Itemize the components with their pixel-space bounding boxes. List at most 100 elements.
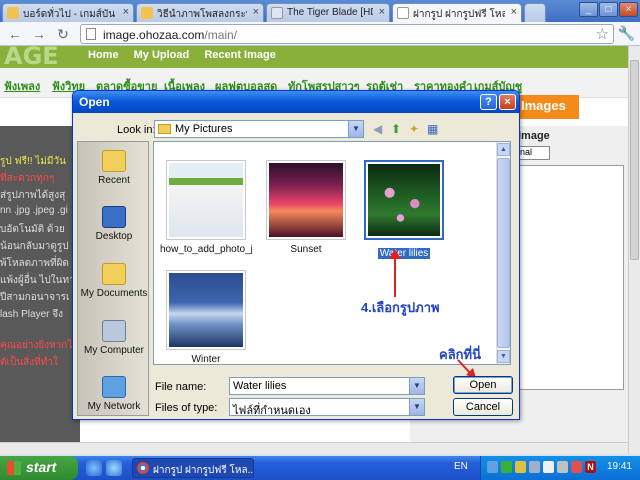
place-label: My Computer <box>83 345 144 356</box>
close-tab-icon[interactable]: × <box>123 6 129 18</box>
file-name-label: Winter <box>191 354 221 365</box>
place-desktop[interactable]: Desktop <box>78 202 150 258</box>
page-favicon-icon <box>397 7 409 19</box>
address-bar[interactable]: image.ohozaa.com/main/ ☆ <box>80 24 614 44</box>
chrome-icon <box>137 462 149 474</box>
tray-app-icon[interactable] <box>515 461 526 473</box>
file-type-label: Files of type: <box>155 402 218 414</box>
back-icon[interactable]: ← <box>6 25 24 43</box>
info-line: คุณอย่างยิ่งหากไ <box>0 340 73 351</box>
language-indicator[interactable]: EN <box>454 461 468 472</box>
browser-tab-1[interactable]: บอร์ดทั่วไป - เกมส์บัน × <box>2 3 134 22</box>
new-tab-button[interactable] <box>524 3 546 22</box>
nav-home-link[interactable]: Home <box>88 49 119 61</box>
place-my-documents[interactable]: My Documents <box>78 259 150 315</box>
browser-tab-3[interactable]: The Tiger Blade [HD] × <box>266 3 390 22</box>
open-button[interactable]: Open <box>453 376 513 394</box>
scrollbar-thumb[interactable] <box>630 60 639 260</box>
volume-icon[interactable] <box>543 461 554 473</box>
file-item-how-to-add-photo[interactable]: how_to_add_photo_j... <box>160 160 252 255</box>
browser-quicklaunch-icon[interactable] <box>106 460 122 476</box>
step-annotation: 4.เลือกรูปภาพ <box>361 300 440 315</box>
maximize-icon[interactable]: □ <box>599 2 618 17</box>
place-recent[interactable]: Recent <box>78 146 150 202</box>
forward-icon[interactable]: → <box>30 25 48 43</box>
dialog-title-bar[interactable]: Open ? × <box>73 91 519 113</box>
tray-app-icon[interactable]: N <box>585 461 596 473</box>
wrench-menu-icon[interactable]: 🔧 <box>618 25 635 42</box>
images-button[interactable]: Images <box>517 95 579 119</box>
network-icon <box>102 376 126 398</box>
tab-title: วิธีนำภาพโพสลงกระทู้ <box>157 9 247 20</box>
nav-my-upload-link[interactable]: My Upload <box>134 49 190 61</box>
start-button[interactable]: start <box>0 456 78 480</box>
up-folder-icon[interactable]: ⬆ <box>391 122 401 136</box>
view-menu-icon[interactable]: ▦ <box>427 122 438 136</box>
browser-tab-4[interactable]: ฝากรูป ฝากรูปฟรี โหลด × <box>392 3 522 23</box>
place-my-computer[interactable]: My Computer <box>78 316 150 372</box>
tray-app-icon[interactable] <box>501 461 512 473</box>
close-tab-icon[interactable]: × <box>253 6 259 18</box>
close-tab-icon[interactable]: × <box>379 6 385 18</box>
info-line: ตัเป็นสิ่งที่ทำใ <box>0 357 58 368</box>
system-tray: N 19:41 <box>480 456 640 480</box>
taskbar-window-title: ฝากรูป ฝากรูปฟรี โหล... <box>153 465 254 476</box>
network-tray-icon[interactable] <box>557 461 568 473</box>
place-label: My Documents <box>80 288 148 299</box>
file-item-sunset[interactable]: Sunset <box>260 160 352 255</box>
look-in-dropdown[interactable]: My Pictures ▼ <box>154 120 364 138</box>
reload-icon[interactable]: ↻ <box>54 25 72 43</box>
window-controls: _ □ × <box>578 2 638 17</box>
look-in-value: My Pictures <box>175 123 233 135</box>
arrow-head <box>389 249 401 259</box>
new-folder-icon[interactable]: ✦ <box>409 122 419 136</box>
tray-app-icon[interactable] <box>487 461 498 473</box>
file-type-select[interactable]: ไฟล์ที่กำหนดเอง ▼ <box>229 398 425 417</box>
file-item-water-lilies[interactable]: Water lilies <box>358 160 450 262</box>
info-line: ปีสามกอนาจารเ <box>0 292 70 303</box>
tray-app-icon[interactable] <box>571 461 582 473</box>
close-window-icon[interactable]: × <box>619 2 638 17</box>
desktop-icon <box>102 206 126 228</box>
tray-app-icon[interactable] <box>529 461 540 473</box>
tab-title: บอร์ดทั่วไป - เกมส์บัน <box>23 9 116 20</box>
page-vertical-scrollbar[interactable] <box>628 46 640 454</box>
bookmark-star-icon[interactable]: ☆ <box>596 25 609 43</box>
close-dialog-icon[interactable]: × <box>499 94 516 110</box>
info-line: พ้โหลดภาพที่ผิด <box>0 258 69 269</box>
chevron-down-icon[interactable]: ▼ <box>409 378 424 394</box>
scroll-up-icon[interactable]: ▲ <box>497 143 510 156</box>
minimize-icon[interactable]: _ <box>579 2 598 17</box>
info-line: ส่รูปภาพได้สูงสุ <box>0 190 66 201</box>
chevron-down-icon[interactable]: ▼ <box>409 399 424 415</box>
forum-favicon-icon <box>141 7 153 19</box>
file-thumbnail <box>266 160 346 240</box>
scrollbar-thumb[interactable] <box>497 158 510 348</box>
taskbar-window-button[interactable]: ฝากรูป ฝากรูปฟรี โหล... <box>132 458 254 478</box>
start-label: start <box>26 459 57 475</box>
menu-link[interactable]: ฟังเพลง <box>4 77 40 95</box>
info-line: น้อนกลับมาดูรูป <box>0 241 69 252</box>
info-line: แพ้งผู้อื่น ไปในทา <box>0 275 75 286</box>
browser-tab-2[interactable]: วิธีนำภาพโพสลงกระทู้ × <box>136 3 264 22</box>
place-my-network[interactable]: My Network <box>78 372 150 428</box>
file-list: how_to_add_photo_j... Sunset Water lilie… <box>153 141 511 365</box>
file-list-scrollbar[interactable]: ▲ ▼ <box>496 142 510 364</box>
internet-explorer-icon[interactable] <box>86 460 102 476</box>
image-label: Image <box>518 130 550 142</box>
close-tab-icon[interactable]: × <box>511 6 517 18</box>
scroll-down-icon[interactable]: ▼ <box>497 350 510 363</box>
chevron-down-icon[interactable]: ▼ <box>348 121 363 137</box>
nav-recent-image-link[interactable]: Recent Image <box>204 49 276 61</box>
browser-tab-strip: บอร์ดทั่วไป - เกมส์บัน × วิธีนำภาพโพสลงก… <box>0 0 640 23</box>
page-horizontal-scrollbar[interactable] <box>0 442 628 454</box>
places-bar: Recent Desktop My Documents My Computer … <box>77 141 149 416</box>
clock: 19:41 <box>606 461 632 472</box>
cancel-button[interactable]: Cancel <box>453 398 513 416</box>
image-size-select[interactable]: nal <box>518 146 550 160</box>
file-name-input[interactable]: Water lilies ▼ <box>229 377 425 395</box>
back-arrow-icon[interactable]: ◀ <box>373 122 382 136</box>
help-icon[interactable]: ? <box>480 94 497 110</box>
winter-thumbnail-image <box>169 273 243 347</box>
file-item-winter[interactable]: Winter <box>160 270 252 365</box>
